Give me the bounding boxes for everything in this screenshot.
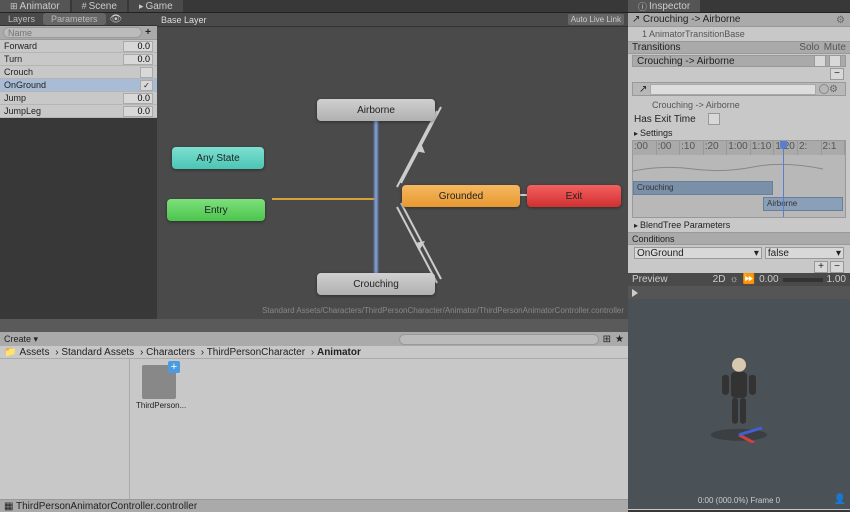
preview-speed-icon[interactable]: ⏩	[743, 274, 755, 285]
add-condition-button[interactable]: +	[814, 261, 828, 273]
tab-scene[interactable]: # Scene	[72, 0, 127, 12]
param-checkbox[interactable]	[140, 67, 153, 78]
tab-inspector[interactable]: ⓘ Inspector	[628, 0, 700, 12]
preview-viewport[interactable]: 0:00 (000.0%) Frame 0 👤	[628, 299, 850, 509]
transition-type-icon: ↗	[639, 84, 647, 95]
param-row-forward[interactable]: Forward	[0, 40, 157, 53]
tab-animator[interactable]: ⊞ Animator	[0, 0, 70, 12]
preview-time-slider[interactable]	[783, 278, 823, 282]
solo-checkbox[interactable]	[814, 55, 826, 67]
remove-transition-button[interactable]: −	[830, 68, 844, 80]
preview-label: Preview	[632, 274, 668, 285]
parameters-panel: + ForwardTurnCrouchOnGround✓JumpJumpLeg	[0, 26, 157, 118]
timeline-clip-crouching[interactable]: Crouching	[633, 181, 773, 195]
state-grounded[interactable]: Grounded	[402, 185, 520, 207]
breadcrumb-item[interactable]: Standard Assets	[61, 347, 134, 358]
param-row-crouch[interactable]: Crouch	[0, 66, 157, 79]
preview-light-icon[interactable]: ☼	[729, 274, 738, 285]
graph-status-path: Standard Assets/Characters/ThirdPersonCh…	[157, 306, 628, 317]
auto-live-link-toggle[interactable]: Auto Live Link	[568, 14, 624, 25]
preview-avatar-icon[interactable]: 👤	[834, 494, 846, 505]
state-crouching[interactable]: Crouching	[317, 273, 435, 295]
blendtree-foldout[interactable]: BlendTree Parameters	[628, 218, 850, 232]
transition-icon: ↗	[632, 14, 640, 25]
has-exit-time-label: Has Exit Time	[634, 114, 696, 125]
animator-graph[interactable]: Base Layer Auto Live Link Airborne Any S…	[157, 13, 628, 319]
project-grid[interactable]: ThirdPerson...	[130, 359, 628, 499]
param-value-input[interactable]	[123, 41, 153, 52]
remove-condition-button[interactable]: −	[830, 261, 844, 273]
param-row-turn[interactable]: Turn	[0, 53, 157, 66]
mute-checkbox[interactable]	[829, 55, 841, 67]
gear-icon[interactable]	[836, 15, 846, 25]
subtab-layers[interactable]: Layers	[0, 13, 43, 25]
state-any-state[interactable]: Any State	[172, 147, 264, 169]
param-row-jump[interactable]: Jump	[0, 92, 157, 105]
inspector-subtitle: 1 AnimatorTransitionBase	[628, 27, 850, 41]
settings-foldout[interactable]: Settings	[628, 126, 850, 140]
state-entry[interactable]: Entry	[167, 199, 265, 221]
animator-controller-icon	[142, 365, 176, 399]
tab-game[interactable]: ▸ Game	[129, 0, 183, 12]
project-tree[interactable]	[0, 359, 130, 499]
param-row-onground[interactable]: OnGround✓	[0, 79, 157, 92]
breadcrumb-item[interactable]: Characters	[146, 347, 195, 358]
filter-icon[interactable]: ⊞	[603, 334, 611, 345]
condition-parameter-dropdown[interactable]: OnGround ▾	[634, 247, 762, 259]
layer-breadcrumb[interactable]: Base Layer	[161, 15, 207, 25]
param-search-input[interactable]	[3, 27, 142, 38]
object-picker-icon[interactable]	[819, 84, 829, 94]
add-parameter-button[interactable]: +	[142, 27, 154, 38]
preview-character	[704, 353, 774, 446]
gear-icon[interactable]	[829, 84, 839, 94]
project-panel: Create ▾ ⊞ ★ 📁 Assets › Standard Assets …	[0, 319, 628, 510]
conditions-header: Conditions	[628, 232, 850, 245]
eye-icon[interactable]: 👁	[110, 14, 123, 25]
timeline-clip-airborne[interactable]: Airborne	[763, 197, 843, 211]
param-value-input[interactable]	[123, 93, 153, 104]
param-value-input[interactable]	[123, 54, 153, 65]
breadcrumb-item[interactable]: Animator	[317, 347, 361, 358]
condition-value-dropdown[interactable]: false ▾	[765, 247, 844, 259]
inspector-title: Crouching -> Airborne	[643, 14, 741, 25]
subtab-parameters[interactable]: Parameters	[43, 13, 106, 25]
preview-2d-toggle[interactable]: 2D	[713, 274, 726, 285]
project-footer: ▦ ThirdPersonAnimatorController.controll…	[0, 499, 628, 512]
transition-timeline[interactable]: :00:00:10:201:001:101:202:2:1 Crouching …	[632, 140, 846, 218]
project-search-input[interactable]	[399, 334, 599, 345]
transition-name-input[interactable]	[650, 84, 816, 95]
state-airborne[interactable]: Airborne	[317, 99, 435, 121]
has-exit-time-checkbox[interactable]	[708, 113, 720, 125]
project-breadcrumb: 📁 Assets › Standard Assets › Characters …	[0, 346, 628, 359]
transitions-header: Transitions Solo Mute	[628, 41, 850, 54]
breadcrumb-item[interactable]: Assets	[19, 347, 49, 358]
transition-list-item[interactable]: Crouching -> Airborne	[632, 55, 846, 67]
state-exit[interactable]: Exit	[527, 185, 621, 207]
timeline-marker[interactable]	[783, 141, 784, 217]
param-row-jumpleg[interactable]: JumpLeg	[0, 105, 157, 118]
breadcrumb-item[interactable]: ThirdPersonCharacter	[207, 347, 305, 358]
inspector-panel: ⓘ Inspector ↗ Crouching -> Airborne 1 An…	[628, 0, 850, 510]
folder-icon: 📁	[4, 347, 16, 358]
transition-name-label: Crouching -> Airborne	[628, 98, 850, 112]
asset-item[interactable]: ThirdPerson...	[136, 365, 182, 493]
param-value-input[interactable]	[123, 106, 153, 117]
param-checkbox[interactable]: ✓	[140, 80, 153, 91]
preview-frame-label: 0:00 (000.0%) Frame 0	[628, 496, 850, 505]
preview-play-button[interactable]	[628, 286, 850, 299]
favorite-icon[interactable]: ★	[615, 334, 624, 345]
create-menu[interactable]: Create ▾	[4, 334, 38, 345]
preview-panel: Preview 2D ☼ ⏩ 0.00 1.00	[628, 273, 850, 509]
